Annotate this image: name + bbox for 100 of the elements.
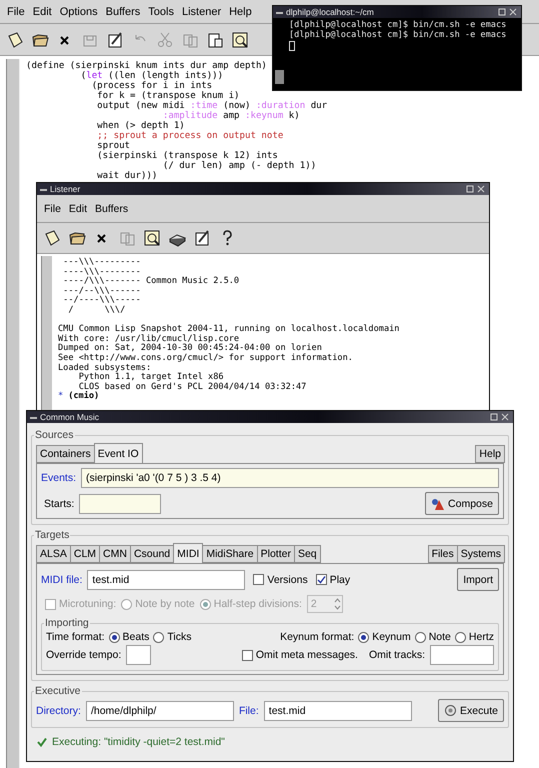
compose-button[interactable]: Compose	[425, 492, 499, 515]
execute-button[interactable]: Execute	[438, 699, 504, 722]
menu-item[interactable]: File	[4, 6, 28, 18]
code-line: (let ((len (length ints)))	[80, 71, 224, 81]
field-label: Time format:	[46, 631, 105, 643]
file-field[interactable]: test.mid	[264, 700, 412, 720]
tab[interactable]: ALSA	[36, 545, 71, 563]
checkmark-icon	[37, 737, 47, 747]
output-line: Python 1.1, target Intel x86	[78, 373, 225, 382]
field-label: MIDI file:	[41, 574, 82, 586]
window-controls-icon[interactable]	[466, 185, 486, 193]
banner-line: / \\\/	[67, 306, 126, 316]
field-label: Events:	[41, 472, 76, 484]
search-icon[interactable]	[142, 228, 162, 248]
shapes-icon	[431, 496, 446, 510]
tab[interactable]: Csound	[130, 545, 174, 563]
group-title: Executive	[34, 685, 82, 697]
scrollbar[interactable]	[41, 256, 52, 411]
help-tab[interactable]: Help	[475, 445, 505, 463]
menu-item[interactable]: Buffers	[102, 6, 144, 18]
code-line: sprout	[96, 141, 132, 151]
terminal-line: [dlphilp@localhost cm]$ bin/cm.sh -e emacs	[289, 20, 506, 30]
menu-item[interactable]: Help	[226, 6, 255, 18]
tempo-field[interactable]	[126, 645, 152, 665]
window-title: Common Music	[40, 412, 100, 422]
code-line: (/ dur len) amp (- depth 1))	[162, 161, 318, 171]
output-line: Dumped on: Sat, 2004-10-30 00:45:24-04:00 on lorien	[58, 344, 323, 354]
checkbox[interactable]	[316, 574, 327, 585]
menu-item[interactable]: File	[41, 202, 64, 214]
menu-item[interactable]: Tools	[145, 6, 177, 18]
radio-label: Ticks	[167, 631, 192, 643]
directory-field[interactable]: /home/dlphilp/	[86, 700, 234, 720]
search-icon[interactable]	[230, 30, 250, 50]
minimize-icon[interactable]	[40, 186, 47, 192]
radio-button[interactable]	[414, 632, 426, 642]
checkbox-label: Microtuning:	[59, 598, 116, 610]
radio-label: Beats	[122, 631, 150, 643]
banner-line: ---\\\---------	[62, 258, 142, 268]
banner-line: ----\\\--------	[62, 268, 142, 277]
radio-button[interactable]	[108, 632, 120, 642]
import-button[interactable]: Import	[457, 568, 499, 591]
menu-item[interactable]: Buffers	[92, 202, 132, 214]
tab[interactable]: Containers	[36, 445, 95, 463]
tab[interactable]: MidiShare	[202, 545, 258, 563]
prompt-marker: *	[58, 392, 64, 402]
radio-button[interactable]	[358, 632, 370, 642]
tab[interactable]: Systems	[456, 545, 505, 563]
checkbox[interactable]	[242, 650, 253, 660]
radio-label: Half-step divisions:	[214, 598, 302, 610]
code-line: (process for i in ints	[90, 81, 214, 91]
menu-item[interactable]: Listener	[178, 6, 224, 18]
radio-button[interactable]	[153, 632, 164, 642]
code-line: output (new midi :time (now) :duration dur	[96, 101, 328, 111]
window-title: dlphilp@localhost:~/cm	[286, 7, 375, 17]
field-label: File:	[238, 704, 259, 716]
field-label: Omit tracks:	[368, 649, 425, 661]
banner-line: ---/--\\\------	[62, 286, 142, 296]
output-line: See <http://www.cons.org/cmucl/> for support information.	[58, 354, 354, 364]
window-controls-icon[interactable]	[490, 413, 510, 421]
radio-button[interactable]	[454, 632, 466, 642]
menu-item[interactable]: Edit	[66, 202, 90, 214]
window-controls-icon[interactable]	[498, 8, 518, 16]
group-title: Importing	[44, 617, 90, 629]
field-label: Starts:	[43, 498, 74, 510]
tab[interactable]: Files	[428, 545, 458, 563]
code-line: (sierpinski (transpose k 12) ints	[96, 151, 279, 161]
menu-item[interactable]: Options	[56, 6, 101, 18]
starts-field[interactable]	[79, 494, 162, 514]
checkbox[interactable]	[253, 574, 264, 585]
radio-label: Note	[428, 631, 451, 643]
events-field[interactable]: (sierpinski 'a0 '(0 7 5 ) 3 .5 4)	[81, 468, 499, 488]
midi-file-field[interactable]: test.mid	[87, 570, 246, 590]
banner-line: ----/\\\------- Common Music 2.5.0	[62, 277, 240, 286]
radio-label: Keynum	[372, 631, 411, 643]
minimize-icon[interactable]	[276, 9, 283, 15]
omit-tracks-field[interactable]	[430, 645, 494, 665]
tab[interactable]: Plotter	[256, 545, 295, 563]
banner-line: --/----\\\-----	[62, 296, 142, 306]
menu-item[interactable]: Edit	[30, 6, 55, 18]
radio-label: Note by note	[135, 598, 195, 610]
text-cursor	[289, 41, 295, 51]
radio-label: Hertz	[468, 631, 494, 643]
window-title: Listener	[50, 184, 82, 194]
minimize-icon[interactable]	[30, 414, 37, 420]
tab[interactable]: CMN	[99, 545, 131, 563]
terminal-line: [dlphilp@localhost cm]$ bin/cm.sh -e emacs	[289, 30, 506, 40]
tab[interactable]: Event IO	[94, 443, 143, 463]
prompt-text: (cmio)	[68, 392, 100, 402]
checkbox-label: Play	[330, 574, 350, 586]
output-line: Loaded subsystems:	[58, 364, 152, 373]
group-title: Sources	[34, 429, 75, 441]
code-line: :amplitude amp :keynum k)	[162, 111, 301, 121]
code-line: wait dur)))	[96, 171, 158, 181]
field-label: Override tempo:	[46, 649, 122, 661]
code-line: ;; sprout a process on output note	[96, 131, 284, 141]
field-label: Directory:	[36, 704, 81, 716]
tab[interactable]: Seq	[294, 545, 321, 563]
tab[interactable]: CLM	[70, 545, 100, 563]
field-label: Keynum format:	[280, 631, 354, 643]
code-line: for k = (transpose knum i)	[96, 91, 241, 101]
